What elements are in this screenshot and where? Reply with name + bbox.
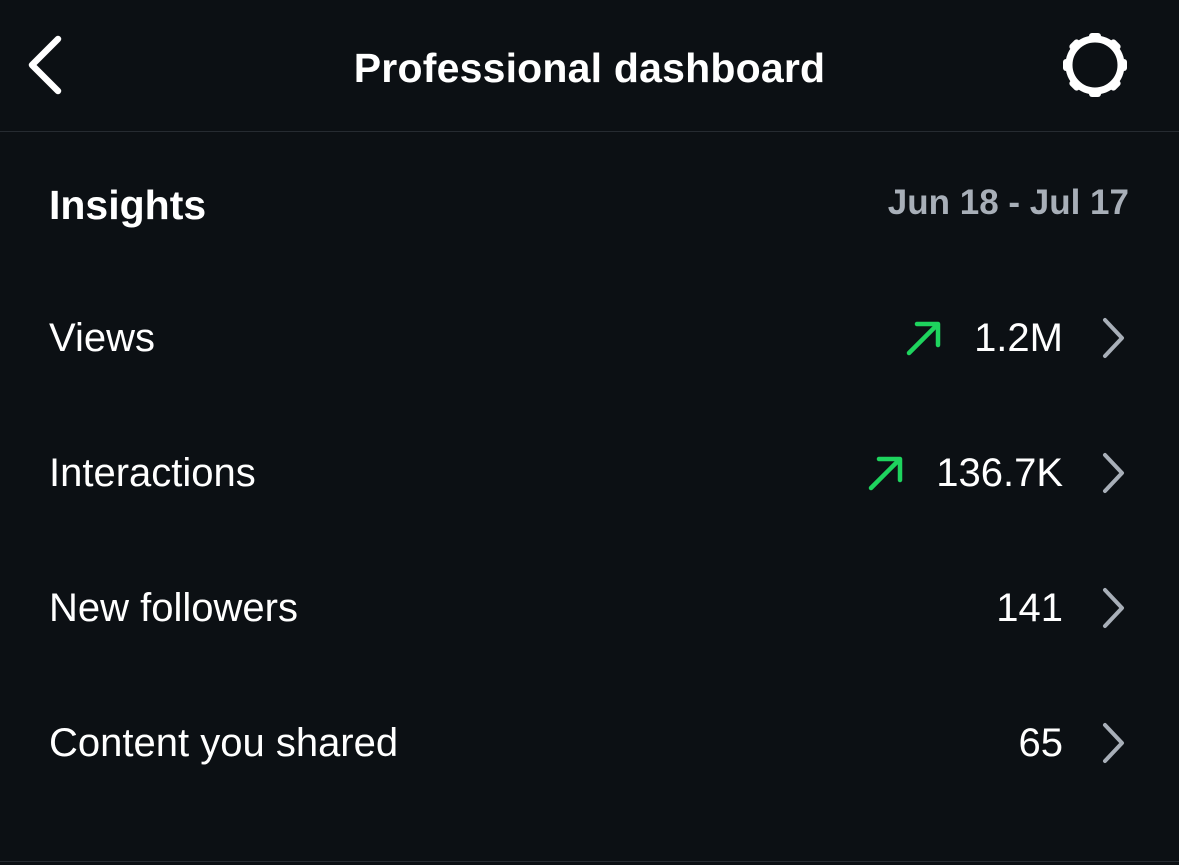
chevron-right-icon — [1099, 316, 1127, 360]
chevron-right-icon — [1099, 721, 1127, 765]
insight-row-new-followers[interactable]: New followers 141 — [0, 543, 1179, 678]
insight-value: 136.7K — [936, 451, 1063, 495]
insight-label: New followers — [49, 586, 298, 630]
insight-label: Views — [49, 316, 155, 360]
insight-label: Content you shared — [49, 721, 399, 765]
date-range: Jun 18 - Jul 17 — [887, 183, 1129, 222]
insight-row-interactions[interactable]: Interactions 136.7K — [0, 408, 1179, 543]
chevron-right-icon — [1099, 586, 1127, 630]
section-divider — [0, 861, 1179, 862]
insight-value: 65 — [1018, 721, 1064, 765]
insight-value: 141 — [996, 586, 1063, 630]
trend-up-arrow-icon — [904, 318, 944, 358]
insight-row-views[interactable]: Views 1.2M — [0, 273, 1179, 408]
insights-header: Insights Jun 18 - Jul 17 — [0, 178, 1179, 234]
insight-value: 1.2M — [974, 316, 1063, 360]
chevron-right-icon — [1099, 451, 1127, 495]
trend-up-arrow-icon — [866, 453, 906, 493]
insight-label: Interactions — [49, 451, 256, 495]
settings-button[interactable] — [1058, 30, 1132, 100]
header-bar: Professional dashboard — [0, 0, 1179, 132]
insight-row-content-shared[interactable]: Content you shared 65 — [0, 678, 1179, 813]
insights-title: Insights — [49, 182, 207, 228]
gear-icon — [1058, 30, 1132, 100]
professional-dashboard-screen: Professional dashboard Insights Jun 18 -… — [0, 0, 1179, 865]
page-title: Professional dashboard — [353, 45, 826, 91]
